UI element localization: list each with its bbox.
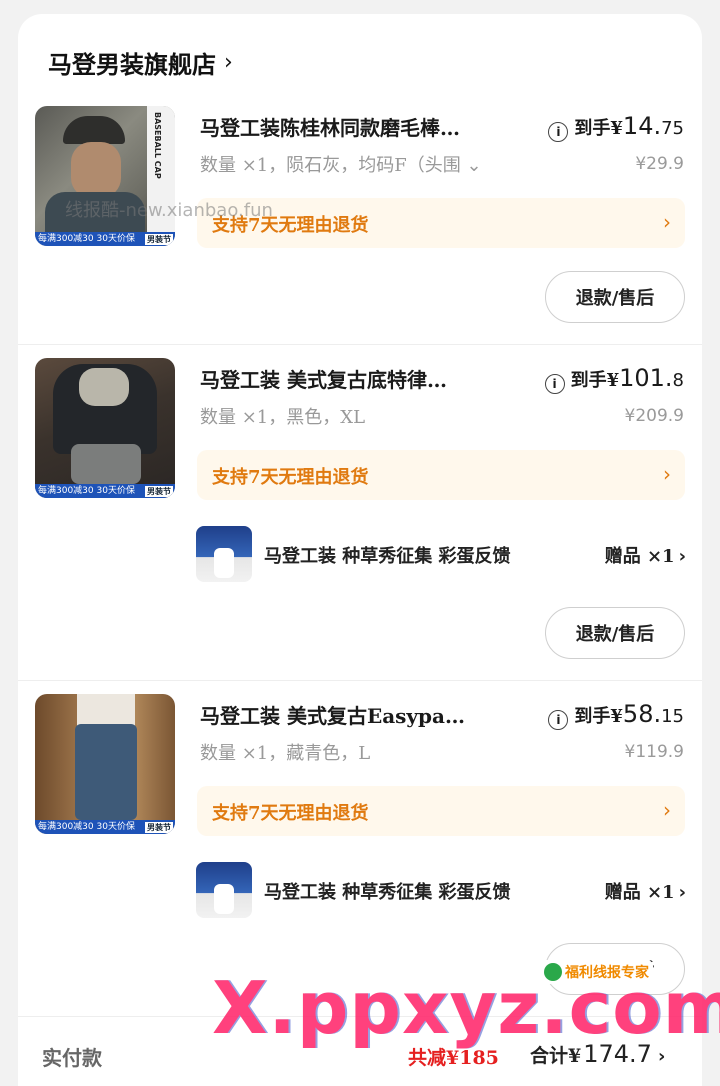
- promo-tag: 男装节: [145, 234, 173, 245]
- pants-shape: [75, 724, 137, 820]
- store-header[interactable]: 马登男装旗舰店 ›: [48, 46, 233, 79]
- hood-shape: [79, 368, 129, 406]
- product-title[interactable]: 马登工装 美式复古Easypa…: [200, 700, 530, 729]
- store-name: 马登男装旗舰店: [48, 49, 216, 79]
- gift-quantity-text: 赠品 ×1: [604, 882, 675, 903]
- chevron-right-icon: ›: [224, 49, 233, 75]
- return-policy-text: 支持7天无理由退货: [212, 803, 369, 824]
- price-integer: 58.: [622, 700, 662, 728]
- info-icon[interactable]: i: [544, 374, 565, 394]
- gift-thumbnail: [196, 526, 252, 582]
- product-spec[interactable]: 数量 ×1，陨石灰，均码F（头围 ⌄: [200, 151, 482, 177]
- product-thumbnail[interactable]: BASEBALL CAP 每满300减30 30天价保 男装节: [35, 106, 175, 246]
- thumb-caption: BASEBALL CAP: [153, 112, 162, 179]
- watermark-text: 线报酷-new.xianbao.fun: [65, 200, 273, 221]
- final-price[interactable]: i 到手¥ 58. 15: [548, 700, 684, 730]
- refund-button[interactable]: 退款/售后: [545, 271, 685, 323]
- price-decimal: 75: [661, 118, 684, 139]
- price-label: 到手¥: [574, 706, 623, 727]
- price-integer: 14.: [622, 112, 662, 140]
- price-label: 到手¥: [570, 370, 620, 391]
- gift-figure: [214, 548, 234, 578]
- return-policy-bar[interactable]: 支持7天无理由退货 ›: [197, 450, 685, 500]
- actual-payment-label: 实付款: [42, 1046, 102, 1070]
- chevron-right-icon: ›: [663, 210, 671, 234]
- original-price: ¥29.9: [635, 154, 684, 174]
- chevron-right-icon: ›: [663, 462, 671, 486]
- final-price[interactable]: i 到手¥ 14. 75: [548, 112, 684, 142]
- return-policy-bar[interactable]: 支持7天无理由退货 ›: [197, 786, 685, 836]
- gift-name: 马登工装 种草秀征集 彩蛋反馈: [264, 546, 511, 567]
- return-policy-text: 支持7天无理由退货: [212, 467, 369, 488]
- gift-item[interactable]: 马登工装 种草秀征集 彩蛋反馈 赠品 ×1 ›: [196, 862, 686, 918]
- promo-tag: 男装节: [145, 822, 173, 833]
- shirt-shape: [77, 694, 135, 728]
- product-title[interactable]: 马登工装陈桂林同款磨毛棒…: [200, 112, 530, 141]
- original-price: ¥209.9: [624, 406, 684, 426]
- original-price: ¥119.9: [624, 742, 684, 762]
- price-decimal: 8: [672, 370, 684, 391]
- info-icon[interactable]: i: [548, 710, 569, 730]
- promo-tag: 男装节: [145, 486, 173, 497]
- watermark-logo: X.ppxyz.com: [212, 966, 720, 1050]
- price-label: 到手¥: [574, 118, 623, 139]
- chevron-right-icon: ›: [663, 798, 671, 822]
- divider: [18, 344, 702, 345]
- product-thumbnail[interactable]: 每满300减30 30天价保 男装节: [35, 358, 175, 498]
- gift-name: 马登工装 种草秀征集 彩蛋反馈: [264, 882, 511, 903]
- refund-button[interactable]: 退款/售后: [545, 607, 685, 659]
- final-price[interactable]: i 到手¥ 101. 8: [544, 364, 684, 394]
- chevron-right-icon: ›: [678, 546, 686, 567]
- gift-quantity-text: 赠品 ×1: [604, 546, 675, 567]
- cap-shape: [63, 116, 125, 144]
- chevron-right-icon: ›: [678, 882, 686, 903]
- product-spec[interactable]: 数量 ×1，藏青色，L: [200, 739, 370, 765]
- gift-thumbnail: [196, 862, 252, 918]
- product-title[interactable]: 马登工装 美式复古底特律…: [200, 364, 530, 393]
- divider: [18, 680, 702, 681]
- gift-item[interactable]: 马登工装 种草秀征集 彩蛋反馈 赠品 ×1 ›: [196, 526, 686, 582]
- product-spec[interactable]: 数量 ×1，黑色，XL: [200, 403, 365, 429]
- price-integer: 101.: [619, 364, 673, 392]
- gift-quantity: 赠品 ×1 ›: [605, 542, 686, 568]
- price-decimal: 15: [661, 706, 684, 727]
- face-shape: [71, 142, 121, 198]
- gift-quantity: 赠品 ×1 ›: [605, 878, 686, 904]
- pants-shape: [71, 444, 141, 484]
- gift-figure: [214, 884, 234, 914]
- product-thumbnail[interactable]: 每满300减30 30天价保 男装节: [35, 694, 175, 834]
- info-icon[interactable]: i: [548, 122, 569, 142]
